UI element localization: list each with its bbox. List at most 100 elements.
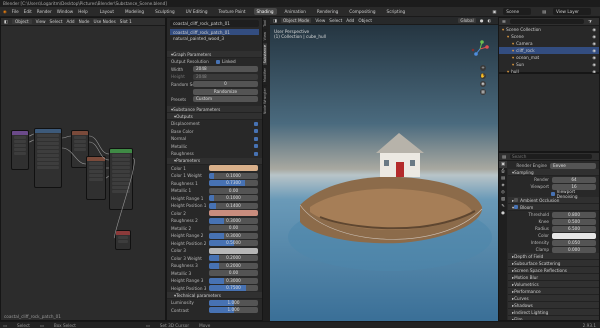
render-engine-dropdown[interactable]: Eevee — [550, 162, 596, 169]
outliner-search-field[interactable] — [509, 19, 585, 24]
substance-parameters-section[interactable]: ▾ Substance Parameters — [167, 106, 262, 113]
render-section[interactable]: ▸ Motion Blur — [508, 274, 599, 281]
tab-view[interactable]: View — [263, 28, 267, 43]
tab-uv-editing[interactable]: UV Editing — [183, 8, 211, 15]
technical-parameters-section[interactable]: ▾ Technical parameters — [167, 292, 262, 299]
tab-animation[interactable]: Animation — [282, 8, 309, 15]
render-section[interactable]: ▸ Depth of Field — [508, 253, 599, 260]
outliner-item[interactable]: ▾ Scene Collection ◉ — [499, 26, 599, 33]
param-slider[interactable]: 0.1400 — [209, 202, 258, 209]
graph-parameters-section[interactable]: ▾ Graph Parameters — [167, 51, 262, 58]
eye-icon[interactable]: ◉ — [592, 27, 596, 32]
viewport-samples-field[interactable]: 16 — [552, 183, 596, 190]
tab-modeling[interactable]: Modeling — [122, 8, 147, 15]
scene-selector[interactable]: Scene — [503, 8, 532, 15]
color-swatch[interactable] — [209, 210, 258, 217]
output-checkbox[interactable] — [254, 144, 258, 149]
output-tab-icon[interactable]: ⎙ — [499, 168, 507, 175]
zoom-icon[interactable]: + — [480, 65, 486, 71]
render-samples-field[interactable]: 64 — [552, 176, 596, 183]
tab-scripting[interactable]: Scripting — [384, 8, 409, 15]
param-slider[interactable]: 0.1000 — [209, 195, 258, 202]
grid-icon[interactable]: ▦ — [480, 89, 486, 95]
object-tab-icon[interactable]: ▧ — [499, 196, 507, 203]
output-checkbox[interactable] — [254, 151, 258, 156]
param-slider[interactable]: 0.7300 — [209, 180, 258, 187]
bloom-field[interactable]: 6.500 — [552, 225, 596, 232]
menu-file[interactable]: File — [12, 9, 19, 14]
view-layer-selector[interactable]: View Layer — [553, 8, 591, 15]
param-slider[interactable]: 0.3000 — [209, 232, 258, 239]
navigation-gizmo[interactable] — [470, 39, 490, 59]
modifier-tab-icon[interactable]: ✎ — [499, 203, 507, 210]
linked-checkbox[interactable] — [216, 59, 220, 64]
outliner-item[interactable]: ▾ Camera ◉ — [499, 40, 599, 47]
parameters-section[interactable]: ▾ Parameters — [167, 157, 262, 165]
pan-hand-icon[interactable]: ✋ — [480, 73, 486, 79]
param-slider[interactable]: 1.000 — [209, 307, 258, 314]
eye-icon[interactable]: ◉ — [592, 34, 596, 39]
denoise-checkbox[interactable] — [550, 191, 555, 196]
param-slider[interactable]: 0.5000 — [209, 240, 258, 247]
random-seed-field[interactable]: 0 — [193, 81, 258, 88]
substance-material-selector[interactable]: coastal_cliff_rock_patch_01 — [170, 20, 259, 27]
outliner-item[interactable]: ▾ cliff_rock ◉ — [499, 47, 599, 54]
output-checkbox[interactable] — [254, 129, 258, 134]
tab-modifier[interactable]: Modifier — [263, 65, 267, 85]
tab-texture-paint[interactable]: Texture Paint — [216, 8, 249, 15]
param-slider[interactable]: 0.2000 — [209, 255, 258, 262]
blender-logo-icon[interactable]: ◉ — [3, 9, 7, 14]
outliner-item[interactable]: ▾ Scene ◉ — [499, 33, 599, 40]
menu-edit[interactable]: Edit — [24, 9, 32, 14]
tab-node-wrangler[interactable]: Node Wrangler — [263, 84, 267, 116]
camera-icon[interactable]: ◉ — [480, 81, 486, 87]
param-slider[interactable]: 1.000 — [209, 299, 258, 306]
eye-icon[interactable]: ◉ — [592, 41, 596, 46]
output-checkbox[interactable] — [254, 121, 258, 126]
node-editor[interactable]: ◧ Object View Select Add Node Use Nodes … — [0, 17, 166, 321]
render-section[interactable]: ▸ Screen Space Reflections — [508, 267, 599, 274]
width-dropdown[interactable]: 2048 — [193, 66, 258, 73]
eye-icon[interactable]: ◉ — [592, 55, 596, 60]
bloom-checkbox[interactable] — [514, 205, 519, 209]
menu-help[interactable]: Help — [78, 9, 88, 14]
ao-checkbox[interactable] — [514, 198, 519, 202]
height-dropdown[interactable]: 2048 — [193, 73, 258, 80]
color-swatch[interactable] — [209, 165, 258, 172]
param-slider[interactable]: 0.3000 — [209, 277, 258, 284]
param-slider[interactable]: 0.2000 — [209, 262, 258, 269]
bloom-field[interactable]: 0.800 — [552, 211, 596, 218]
param-slider[interactable]: 0.00 — [209, 225, 258, 232]
bloom-field[interactable]: 0.050 — [552, 239, 596, 246]
render-section[interactable]: ▸ Indirect Lighting — [508, 309, 599, 316]
color-swatch[interactable] — [209, 247, 258, 254]
tab-compositing[interactable]: Compositing — [346, 8, 378, 15]
bloom-field[interactable]: 0.000 — [552, 246, 596, 253]
param-slider[interactable]: 0.00 — [209, 187, 258, 194]
param-slider[interactable]: 0.3000 — [209, 217, 258, 224]
render-section[interactable]: ▸ Curves — [508, 295, 599, 302]
eye-icon[interactable]: ◉ — [592, 48, 596, 53]
outliner-item[interactable]: ▾ ocean_mat ◉ — [499, 54, 599, 61]
tab-rendering[interactable]: Rendering — [314, 8, 341, 15]
menu-window[interactable]: Window — [57, 9, 74, 14]
filter-icon[interactable]: ⧩ — [588, 19, 592, 24]
render-section[interactable]: ▸ Shadows — [508, 302, 599, 309]
tab-sculpting[interactable]: Sculpting — [152, 8, 178, 15]
render-section[interactable]: ▸ Volumetrics — [508, 281, 599, 288]
bloom-color-swatch[interactable] — [552, 232, 596, 239]
bloom-section[interactable]: ▾ Bloom — [508, 204, 599, 211]
outputs-section[interactable]: ▾ Outputs — [167, 113, 262, 120]
eye-icon[interactable]: ◉ — [592, 62, 596, 67]
properties-search[interactable]: Search — [509, 154, 592, 159]
tab-shading[interactable]: Shading — [253, 8, 277, 15]
outliner-type-icon[interactable]: ☰ — [502, 19, 506, 24]
output-checkbox[interactable] — [254, 136, 258, 141]
menu-render[interactable]: Render — [37, 9, 52, 14]
view-layer-tab-icon[interactable]: ▤ — [499, 175, 507, 182]
world-tab-icon[interactable]: ◎ — [499, 189, 507, 196]
properties-type-icon[interactable]: ▤ — [502, 154, 506, 159]
3d-viewport[interactable]: ◨ Object Mode View Select Add Object Glo… — [270, 17, 498, 321]
render-tab-icon[interactable]: ▣ — [499, 161, 507, 168]
material-tab-icon[interactable]: ● — [499, 210, 507, 217]
